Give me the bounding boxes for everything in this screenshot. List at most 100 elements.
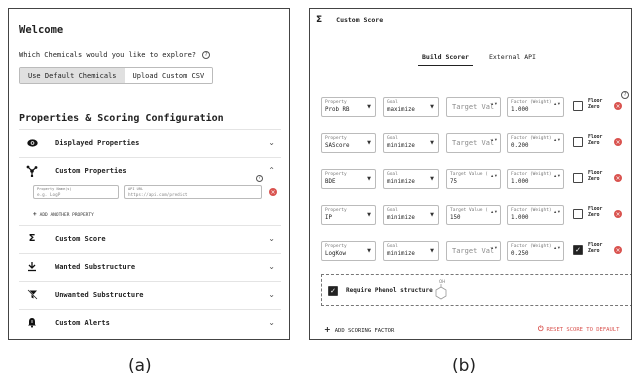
target-placeholder: Target Val (452, 103, 495, 111)
field-label: Property (325, 99, 347, 105)
scoring-factor-row: Property SAScore ▼ Goal minimize ▼ Target Val ▴… (321, 133, 631, 159)
target-value-input[interactable]: Target Value (150 ▴ ▾ (446, 205, 501, 225)
add-scoring-factor-button[interactable]: + ADD SCORING FACTOR (324, 325, 394, 334)
scoring-factor-row: Property LogKow ▼ Goal minimize ▼ Target Val ▴ … (321, 241, 631, 267)
target-value: 75 (450, 179, 457, 185)
stepper-icon: ▴ ▾ (554, 210, 560, 215)
factor-weight-input[interactable]: Factor (Weight) 0.200 ▴ ▾ (507, 133, 564, 153)
floor-zero-checkbox[interactable] (573, 101, 583, 111)
accordion-label: Displayed Properties (55, 138, 140, 147)
property-select[interactable]: Property LogKow ▼ (321, 241, 376, 261)
floor-zero-checkbox[interactable] (573, 173, 583, 183)
accordion-custom-alerts[interactable]: Custom Alerts ⌄ (19, 309, 281, 335)
delete-factor-icon[interactable]: × (614, 210, 622, 218)
floor-zero-label: Floor Zero (588, 171, 603, 182)
goal-select[interactable]: Goal minimize ▼ (383, 241, 439, 261)
field-label: Target Value ( (450, 171, 488, 177)
reset-score-button[interactable]: ⏻ RESET SCORE TO DEFAULT (538, 325, 619, 334)
property-value: IP (325, 215, 332, 221)
scoring-factor-row: Property BDE ▼ Goal minimize ▼ Target Value ( 7… (321, 169, 631, 195)
floor-zero-checkbox[interactable] (573, 209, 583, 219)
target-value-input[interactable]: Target Value ( 75 ▴ ▾ (446, 169, 501, 189)
floor-zero-label: Floor Zero (588, 135, 603, 146)
factor-value: 0.250 (511, 251, 529, 257)
factor-weight-input[interactable]: Factor (Weight) 0.250 ▴ ▾ (507, 241, 564, 261)
factor-weight-input[interactable]: Factor (Weight) 1.000 ▴ ▾ (507, 205, 564, 225)
stepper-icon: ▴ ▾ (491, 102, 497, 107)
add-property-label: ADD ANOTHER PROPERTY (39, 213, 94, 218)
field-label: Goal (387, 171, 398, 177)
field-label: Goal (387, 243, 398, 249)
accordion-label: Custom Alerts (55, 318, 110, 327)
factor-weight-input[interactable]: Factor (Weight) 1.000 ▴ ▾ (507, 169, 564, 189)
field-label: Factor (Weight) (511, 135, 552, 141)
accordion-custom-score[interactable]: Σ Custom Score ⌄ (19, 225, 281, 251)
delete-factor-icon[interactable]: × (614, 102, 622, 110)
phenol-label: Require Phenol structure (346, 287, 433, 294)
tab-external-api[interactable]: External API (485, 53, 540, 66)
property-name-field[interactable]: Property Name(s) e.g. LogP (33, 185, 119, 199)
delete-factor-icon[interactable]: × (614, 246, 622, 254)
custom-score-header[interactable]: Σ Custom Score (310, 9, 631, 31)
dropdown-arrow-icon: ▼ (367, 140, 371, 146)
delete-property-icon[interactable]: × (269, 188, 277, 196)
stepper-icon: ▴ ▾ (554, 174, 560, 179)
dropdown-arrow-icon: ▼ (430, 140, 434, 146)
field-label: Property (325, 243, 347, 249)
accordion-unwanted-substructure[interactable]: Unwanted Substructure ⌄ (19, 281, 281, 307)
goal-value: minimize (387, 179, 415, 185)
factor-value: 1.000 (511, 179, 529, 185)
explore-question: Which Chemicals would you like to explor… (19, 51, 211, 59)
phenol-checkbox[interactable]: ✓ (328, 286, 338, 296)
field-label: Factor (Weight) (511, 207, 552, 213)
dropdown-arrow-icon: ▼ (367, 176, 371, 182)
sigma-icon: Σ (28, 233, 36, 244)
goal-select[interactable]: Goal minimize ▼ (383, 205, 439, 225)
field-label: Factor (Weight) (511, 243, 552, 249)
goal-select[interactable]: Goal maximize ▼ (383, 97, 439, 117)
add-another-property-button[interactable]: + ADD ANOTHER PROPERTY (33, 211, 94, 218)
field-label: API URL (128, 187, 144, 191)
floor-zero-checkbox[interactable]: ✓ (573, 245, 583, 255)
api-url-field[interactable]: API URL https://api.com/predict (124, 185, 262, 199)
upload-custom-csv-button[interactable]: Upload Custom CSV (124, 68, 213, 83)
dropdown-arrow-icon: ▼ (367, 212, 371, 218)
custom-score-title: Custom Score (336, 16, 384, 24)
field-label: Property (325, 207, 347, 213)
floor-zero-checkbox[interactable] (573, 137, 583, 147)
accordion-label: Custom Score (55, 234, 106, 243)
chevron-down-icon: ⌄ (268, 262, 275, 271)
chevron-down-icon: ⌄ (268, 234, 275, 243)
target-value-input[interactable]: Target Val ▴ ▾ (446, 241, 501, 261)
floor-zero-label: Floor Zero (588, 99, 603, 110)
goal-select[interactable]: Goal minimize ▼ (383, 169, 439, 189)
field-label: Property (325, 171, 347, 177)
help-icon[interactable]: ? (202, 51, 211, 59)
explore-question-text: Which Chemicals would you like to explor… (19, 51, 197, 59)
target-placeholder: Target Val (452, 247, 495, 255)
delete-factor-icon[interactable]: × (614, 174, 622, 182)
power-reset-icon: ⏻ (538, 325, 544, 333)
accordion-label: Wanted Substructure (55, 262, 136, 271)
use-default-chemicals-button[interactable]: Use Default Chemicals (20, 68, 125, 83)
goal-select[interactable]: Goal minimize ▼ (383, 133, 439, 153)
property-select[interactable]: Property BDE ▼ (321, 169, 376, 189)
wanted-icon (25, 261, 39, 272)
tab-build-scorer[interactable]: Build Scorer (418, 53, 473, 66)
property-select[interactable]: Property SAScore ▼ (321, 133, 376, 153)
accordion-label: Unwanted Substructure (55, 290, 144, 299)
property-value: LogKow (325, 251, 346, 257)
property-select[interactable]: Property IP ▼ (321, 205, 376, 225)
target-value-input[interactable]: Target Val ▴ ▾ (446, 97, 501, 117)
dropdown-arrow-icon: ▼ (430, 212, 434, 218)
delete-factor-icon[interactable]: × (614, 138, 622, 146)
property-select[interactable]: Property Prob RB ▼ (321, 97, 376, 117)
add-scoring-factor-label: ADD SCORING FACTOR (334, 328, 395, 334)
stepper-icon: ▴ ▾ (491, 246, 497, 251)
accordion-wanted-substructure[interactable]: Wanted Substructure ⌄ (19, 253, 281, 279)
stepper-icon: ▴ ▾ (491, 174, 497, 179)
accordion-displayed-properties[interactable]: Displayed Properties ⌄ (19, 129, 281, 155)
help-icon[interactable]: ? (256, 175, 263, 182)
target-value-input[interactable]: Target Val ▴ ▾ (446, 133, 501, 153)
factor-weight-input[interactable]: Factor (Weight) 1.000 ▴ ▾ (507, 97, 564, 117)
